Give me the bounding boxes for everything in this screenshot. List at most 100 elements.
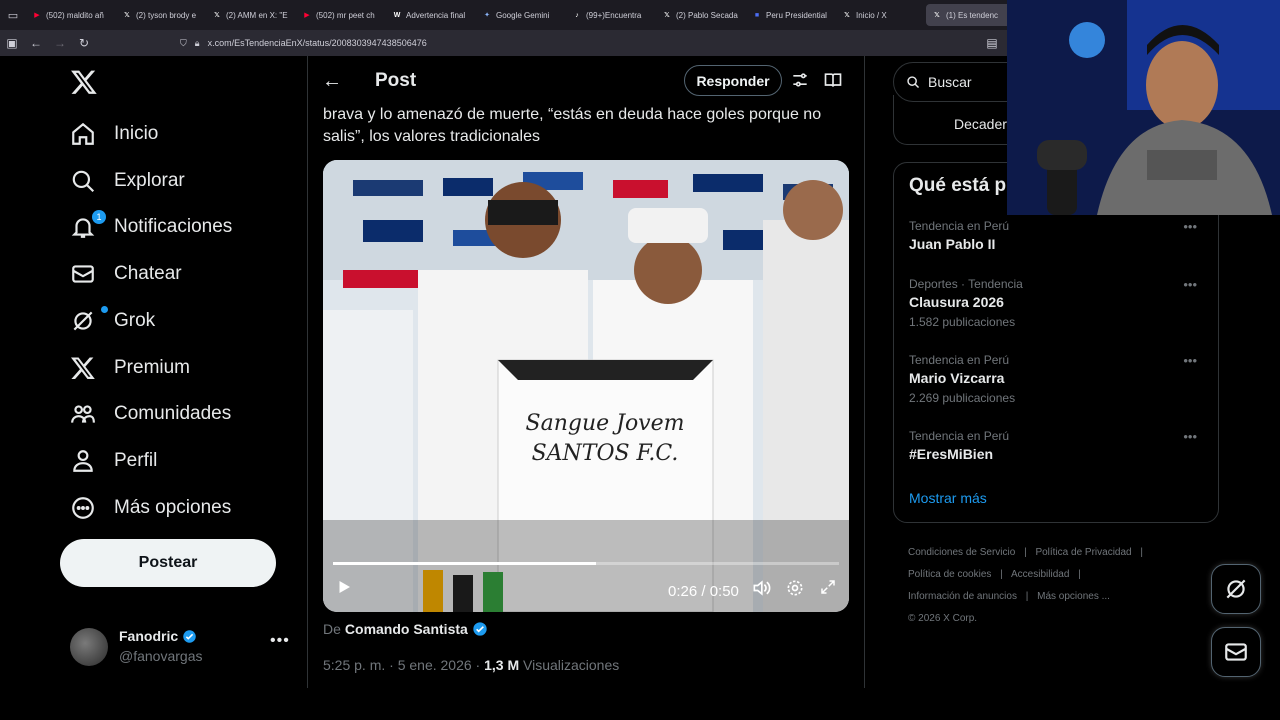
x-icon: 𝕏 <box>214 12 220 19</box>
nav-item-comunidades[interactable]: Comunidades <box>70 394 231 434</box>
browser-tab[interactable]: 𝕏 (2) tyson brody e <box>116 0 206 30</box>
browser-tab-label: (1) Es tendenc <box>946 10 999 20</box>
post-header: ← Post Responder <box>308 56 864 106</box>
post-timestamp[interactable]: 5:25 p. m. · 5 ene. 2026 · <box>323 657 484 673</box>
x-icon: 𝕏 <box>664 12 670 19</box>
more-dots-icon[interactable]: ••• <box>1183 353 1197 368</box>
reload-icon[interactable]: ↻ <box>72 30 96 56</box>
nav-item-chatear[interactable]: Chatear <box>70 254 182 294</box>
people-icon <box>71 405 95 423</box>
lock-icon: 🔒︎ <box>194 37 200 48</box>
nav-item-perfil[interactable]: Perfil <box>70 441 157 481</box>
verified-badge-icon <box>473 622 487 636</box>
account-name: Fanodric <box>119 628 197 644</box>
browser-tab[interactable]: ▶ (502) maldito añ <box>26 0 116 30</box>
fullscreen-icon[interactable] <box>819 578 837 601</box>
browser-tab-label: (2) tyson brody e <box>136 10 197 20</box>
browser-tab[interactable]: 𝕏 Inicio / X <box>836 0 926 30</box>
divider-left <box>307 56 308 688</box>
reader-view-icon[interactable]: ▤ <box>980 30 1004 56</box>
youtube-icon: ▶ <box>34 12 40 19</box>
trend-category: Deportes · Tendencia <box>909 277 1023 291</box>
browser-tab[interactable]: ■ Peru Presidential <box>746 0 836 30</box>
nav-label: Explorar <box>114 170 185 191</box>
footer-link[interactable]: Condiciones de Servicio <box>908 547 1015 558</box>
video-player[interactable]: Sangue Jovem SANTOS F.C. 0:26 / 0:50 <box>323 160 849 612</box>
footer-link[interactable]: Accesibilidad <box>1011 569 1069 580</box>
nav-label: Grok <box>114 310 156 331</box>
nav-item-inicio[interactable]: Inicio <box>70 114 158 154</box>
partial-account-name[interactable]: Decader <box>954 116 1007 132</box>
video-progress-fill <box>333 562 597 565</box>
footer-link[interactable]: Política de Privacidad <box>1035 547 1131 558</box>
messages-fab-button[interactable] <box>1211 627 1261 677</box>
more-dots-icon[interactable]: ••• <box>1183 219 1197 234</box>
forward-arrow-icon[interactable]: → <box>48 30 72 56</box>
webcam-overlay <box>1007 0 1280 215</box>
search-icon <box>72 170 95 193</box>
sliders-icon[interactable] <box>790 70 810 90</box>
reply-button[interactable]: Responder <box>684 65 782 96</box>
shield-icon: ⛉ <box>180 37 187 48</box>
account-handle: @fanovargas <box>119 648 203 664</box>
nav-label: Notificaciones <box>114 216 233 237</box>
grok-fab-button[interactable] <box>1211 564 1261 614</box>
trend-item[interactable]: Tendencia en Perú Mario Vizcarra 2.269 p… <box>909 353 1205 405</box>
nav-label: Perfil <box>114 450 158 471</box>
trend-count: 2.269 publicaciones <box>909 391 1016 405</box>
more-dots-icon[interactable]: ••• <box>1183 429 1197 444</box>
url-text: x.com/EsTendenciaEnX/status/200830394743… <box>207 38 427 48</box>
video-progress-bar[interactable] <box>333 562 839 565</box>
account-switcher[interactable]: Fanodric @fanovargas ••• <box>70 626 292 670</box>
mail-icon <box>72 265 94 283</box>
trend-item[interactable]: Deportes · Tendencia Clausura 2026 1.582… <box>909 277 1205 329</box>
footer-links: Condiciones de Servicio | Política de Pr… <box>908 547 1144 624</box>
back-arrow-icon[interactable]: ← <box>24 30 48 56</box>
back-arrow-icon[interactable]: ← <box>322 70 342 93</box>
post-button[interactable]: Postear <box>60 539 276 587</box>
reader-icon[interactable] <box>823 70 843 90</box>
x-icon: 𝕏 <box>124 12 130 19</box>
grok-icon <box>1226 579 1246 599</box>
more-dots-icon[interactable]: ••• <box>270 632 290 650</box>
x-logo-icon[interactable] <box>70 68 98 96</box>
trends-panel: Qué está p Tendencia en Perú Juan Pablo … <box>893 162 1219 523</box>
browser-tab-label: (502) maldito añ <box>46 10 104 20</box>
nav-item-mas-opciones[interactable]: Más opciones <box>70 488 231 528</box>
more-dots-icon[interactable]: ••• <box>1183 277 1197 292</box>
browser-tab[interactable]: ✦ Google Gemini <box>476 0 566 30</box>
address-bar[interactable]: ⛉ 🔒︎ x.com/EsTendenciaEnX/status/2008303… <box>180 34 427 52</box>
trend-name: Clausura 2026 <box>909 294 1004 310</box>
browser-tab[interactable]: ▶ (502) mr peet ch <box>296 0 386 30</box>
source-name[interactable]: Comando Santista <box>345 621 468 637</box>
nav-item-grok[interactable]: Grok <box>70 301 155 341</box>
nav-item-notificaciones[interactable]: 1 Notificaciones <box>70 207 232 247</box>
trend-item[interactable]: Tendencia en Perú Juan Pablo II ••• <box>909 219 1205 252</box>
footer-link[interactable]: Más opciones ... <box>1037 591 1110 602</box>
browser-tab[interactable]: ♪ (99+)Encuentra <box>566 0 656 30</box>
browser-tab[interactable]: 𝕏 (2) Pablo Secada <box>656 0 746 30</box>
settings-gear-icon[interactable] <box>785 578 805 603</box>
play-icon[interactable] <box>335 578 353 601</box>
browser-tab[interactable]: 𝕏 (2) AMM en X: "E <box>206 0 296 30</box>
show-more-link[interactable]: Mostrar más <box>909 490 987 506</box>
browser-tab[interactable]: W Advertencia final <box>386 0 476 30</box>
nav-item-explorar[interactable]: Explorar <box>70 161 185 201</box>
browser-tab-label: (2) AMM en X: "E <box>226 10 288 20</box>
footer-link[interactable]: Política de cookies <box>908 569 991 580</box>
browser-tab[interactable]: 𝕏 (1) Es tendenc <box>926 4 1016 26</box>
trend-category: Tendencia en Perú <box>909 219 1010 233</box>
tab-overview-icon[interactable]: ▭ <box>0 0 26 30</box>
nav-item-premium[interactable]: Premium <box>70 348 190 388</box>
trend-category: Tendencia en Perú <box>909 353 1010 367</box>
grok-dot <box>101 306 108 313</box>
trend-item[interactable]: Tendencia en Perú #EresMiBien ••• <box>909 429 1205 462</box>
sidebar-toggle-icon[interactable]: ▣ <box>0 30 24 56</box>
views-count: 1,3 M <box>484 657 520 673</box>
footer-link[interactable]: Información de anuncios <box>908 591 1017 602</box>
video-time: 0:26 / 0:50 <box>668 583 739 600</box>
trend-name: Juan Pablo II <box>909 236 996 252</box>
person-icon <box>73 450 93 472</box>
post-text: brava y lo amenazó de muerte, “estás en … <box>323 106 822 145</box>
volume-icon[interactable] <box>751 578 771 603</box>
